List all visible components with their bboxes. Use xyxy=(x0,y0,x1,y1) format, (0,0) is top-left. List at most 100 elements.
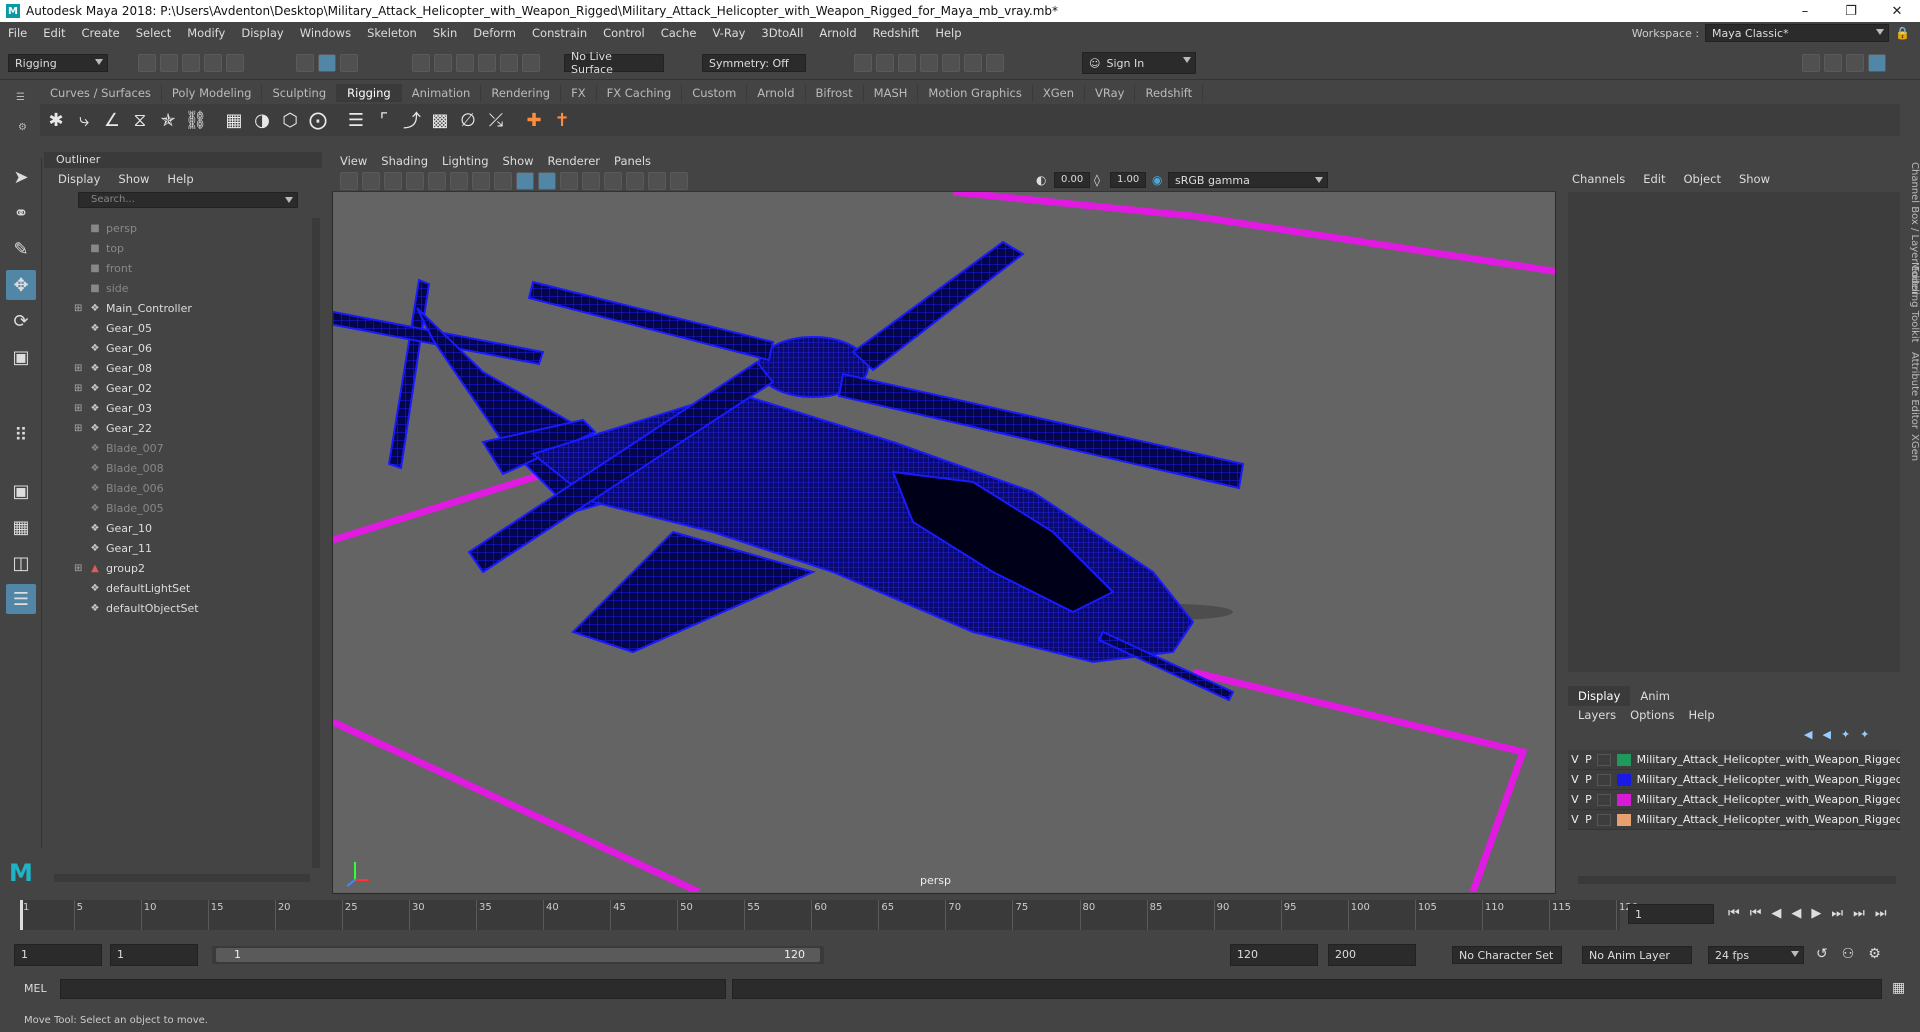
shelf-tab-fx-caching[interactable]: FX Caching xyxy=(597,84,683,102)
outliner-item[interactable]: ⊞ ❖ Gear_03 xyxy=(74,398,314,418)
snap-point-icon[interactable] xyxy=(456,54,474,72)
live-surface-field[interactable]: No Live Surface xyxy=(564,50,664,76)
layer-display-type-toggle[interactable] xyxy=(1597,793,1612,806)
modeling-toolkit-toggle-icon[interactable] xyxy=(1802,54,1820,72)
loop-icon[interactable]: ↺ xyxy=(1816,946,1828,962)
side-tab-xgen[interactable]: XGen xyxy=(1906,434,1920,461)
viewport-menu-panels[interactable]: Panels xyxy=(614,154,651,168)
shelf-tab-custom[interactable]: Custom xyxy=(682,84,748,102)
layer-display-type-toggle[interactable] xyxy=(1597,773,1612,786)
layer-menu-options[interactable]: Options xyxy=(1630,708,1674,722)
layer-visibility-toggle[interactable]: V xyxy=(1568,793,1582,806)
shelf-tab-xgen[interactable]: XGen xyxy=(1033,84,1085,102)
shelf-tab-fx[interactable]: FX xyxy=(561,84,597,102)
expand-icon[interactable]: ⊞ xyxy=(74,403,86,414)
channel-box-menu-channels[interactable]: Channels xyxy=(1572,172,1625,186)
pose-space-icon[interactable]: ∅ xyxy=(456,108,480,132)
outliner-menu-display[interactable]: Display xyxy=(58,172,100,186)
layer-playback-toggle[interactable]: P xyxy=(1582,813,1596,826)
go-to-end-icon[interactable]: ⏭ xyxy=(1853,906,1865,921)
layer-row[interactable]: V P Military_Attack_Helicopter_with_Weapon… xyxy=(1568,810,1900,830)
symmetry-select[interactable]: Symmetry: Off xyxy=(702,54,806,72)
joint-tool-icon[interactable]: ✱ xyxy=(44,108,68,132)
select-tool-icon[interactable]: ➤ xyxy=(6,162,36,192)
layer-color-swatch[interactable] xyxy=(1617,813,1631,826)
shelf-tab-arnold[interactable]: Arnold xyxy=(747,84,806,102)
move-layer-down-icon[interactable]: ◀ xyxy=(1822,728,1830,741)
playback-start-field[interactable]: 1 xyxy=(110,944,198,966)
menu-skeleton[interactable]: Skeleton xyxy=(359,26,425,40)
fps-select[interactable]: 24 fps xyxy=(1708,946,1804,964)
current-time-indicator[interactable] xyxy=(20,900,23,930)
step-back-frame-icon[interactable]: ◀ xyxy=(1771,906,1781,921)
select-component-icon[interactable] xyxy=(340,54,358,72)
rotate-tool-icon[interactable]: ⟳ xyxy=(6,306,36,336)
menu-display[interactable]: Display xyxy=(233,26,291,40)
layer-playback-toggle[interactable]: P xyxy=(1582,793,1596,806)
grid-toggle-icon[interactable] xyxy=(428,172,446,190)
snap-view-icon[interactable] xyxy=(478,54,496,72)
ambient-occlusion-icon[interactable] xyxy=(626,172,644,190)
aim-constraint-icon[interactable]: ⤰ xyxy=(484,108,508,132)
humanik-icon[interactable]: ✯ xyxy=(156,108,180,132)
menu-modify[interactable]: Modify xyxy=(179,26,233,40)
layer-display-type-toggle[interactable] xyxy=(1597,753,1612,766)
shelf-tab-redshift[interactable]: Redshift xyxy=(1135,84,1204,102)
viewport-menu-shading[interactable]: Shading xyxy=(381,154,428,168)
layer-display-type-toggle[interactable] xyxy=(1597,813,1612,826)
auto-key-icon[interactable]: ⚇ xyxy=(1842,946,1855,962)
viewport-menu-view[interactable]: View xyxy=(340,154,367,168)
shelf-tab-mash[interactable]: MASH xyxy=(864,84,919,102)
isolate-select-icon[interactable] xyxy=(670,172,688,190)
side-tab-modeling-toolkit[interactable]: Modeling Toolkit xyxy=(1906,262,1920,343)
layer-editor-scrollbar[interactable] xyxy=(1578,876,1896,884)
render-current-icon[interactable] xyxy=(876,54,894,72)
outliner-item[interactable]: ⊞ ❖ Gear_08 xyxy=(74,358,314,378)
layer-color-swatch[interactable] xyxy=(1617,773,1631,786)
channel-box-toggle-icon[interactable] xyxy=(1868,54,1886,72)
snap-grid-icon[interactable] xyxy=(412,54,430,72)
render-settings-icon[interactable] xyxy=(920,54,938,72)
attribute-editor-toggle-icon[interactable] xyxy=(1824,54,1842,72)
wireframe-icon[interactable] xyxy=(494,172,512,190)
ik-handle-icon[interactable]: ⤷ xyxy=(72,108,96,132)
snap-edge-icon[interactable] xyxy=(522,54,540,72)
paint-select-icon[interactable]: ✎ xyxy=(6,234,36,264)
single-view-layout-icon[interactable]: ▣ xyxy=(6,476,36,506)
select-camera-icon[interactable] xyxy=(340,172,358,190)
anim-layer-select[interactable]: No Anim Layer xyxy=(1582,946,1692,964)
step-forward-key-icon[interactable]: ⏭ xyxy=(1831,906,1843,921)
wireframe-on-shaded-icon[interactable] xyxy=(538,172,556,190)
bookmark-icon[interactable] xyxy=(384,172,402,190)
layer-menu-layers[interactable]: Layers xyxy=(1578,708,1616,722)
outliner-item[interactable]: ■ top xyxy=(74,238,314,258)
side-tab-attribute-editor[interactable]: Attribute Editor xyxy=(1906,352,1920,429)
menu-3dtoall[interactable]: 3DtoAll xyxy=(753,26,811,40)
command-language-label[interactable]: MEL xyxy=(24,982,47,995)
scale-tool-icon[interactable]: ▣ xyxy=(6,342,36,372)
shelf-tab-motion-graphics[interactable]: Motion Graphics xyxy=(918,84,1033,102)
viewport-menu-lighting[interactable]: Lighting xyxy=(442,154,488,168)
snap-curve-icon[interactable] xyxy=(434,54,452,72)
tool-settings-toggle-icon[interactable] xyxy=(1846,54,1864,72)
layer-color-swatch[interactable] xyxy=(1617,753,1631,766)
shelf-tab-curves-surfaces[interactable]: Curves / Surfaces xyxy=(40,84,162,102)
shelf-menu-icon[interactable]: ☰ xyxy=(16,92,28,104)
four-view-layout-icon[interactable]: ▦ xyxy=(6,512,36,542)
outliner-item[interactable]: ❖ Gear_10 xyxy=(74,518,314,538)
expand-icon[interactable]: ⊞ xyxy=(74,363,86,374)
shelf-tab-rendering[interactable]: Rendering xyxy=(481,84,562,102)
outliner-vertical-scrollbar[interactable] xyxy=(312,218,320,868)
menu-control[interactable]: Control xyxy=(595,26,653,40)
menu-deform[interactable]: Deform xyxy=(465,26,524,40)
channel-box-menu-edit[interactable]: Edit xyxy=(1643,172,1665,186)
menu-file[interactable]: File xyxy=(0,26,35,40)
smooth-shade-icon[interactable] xyxy=(516,172,534,190)
wrap-icon[interactable]: ⬡ xyxy=(278,108,302,132)
new-layer-icon[interactable]: ✦ xyxy=(1841,728,1850,741)
save-scene-icon[interactable] xyxy=(182,54,200,72)
outliner-item[interactable]: ■ front xyxy=(74,258,314,278)
quick-rig-icon[interactable]: ⛓ xyxy=(184,108,208,132)
shelf-tab-rigging[interactable]: Rigging xyxy=(337,84,402,102)
bind-skin-icon[interactable]: ☰ xyxy=(344,108,368,132)
